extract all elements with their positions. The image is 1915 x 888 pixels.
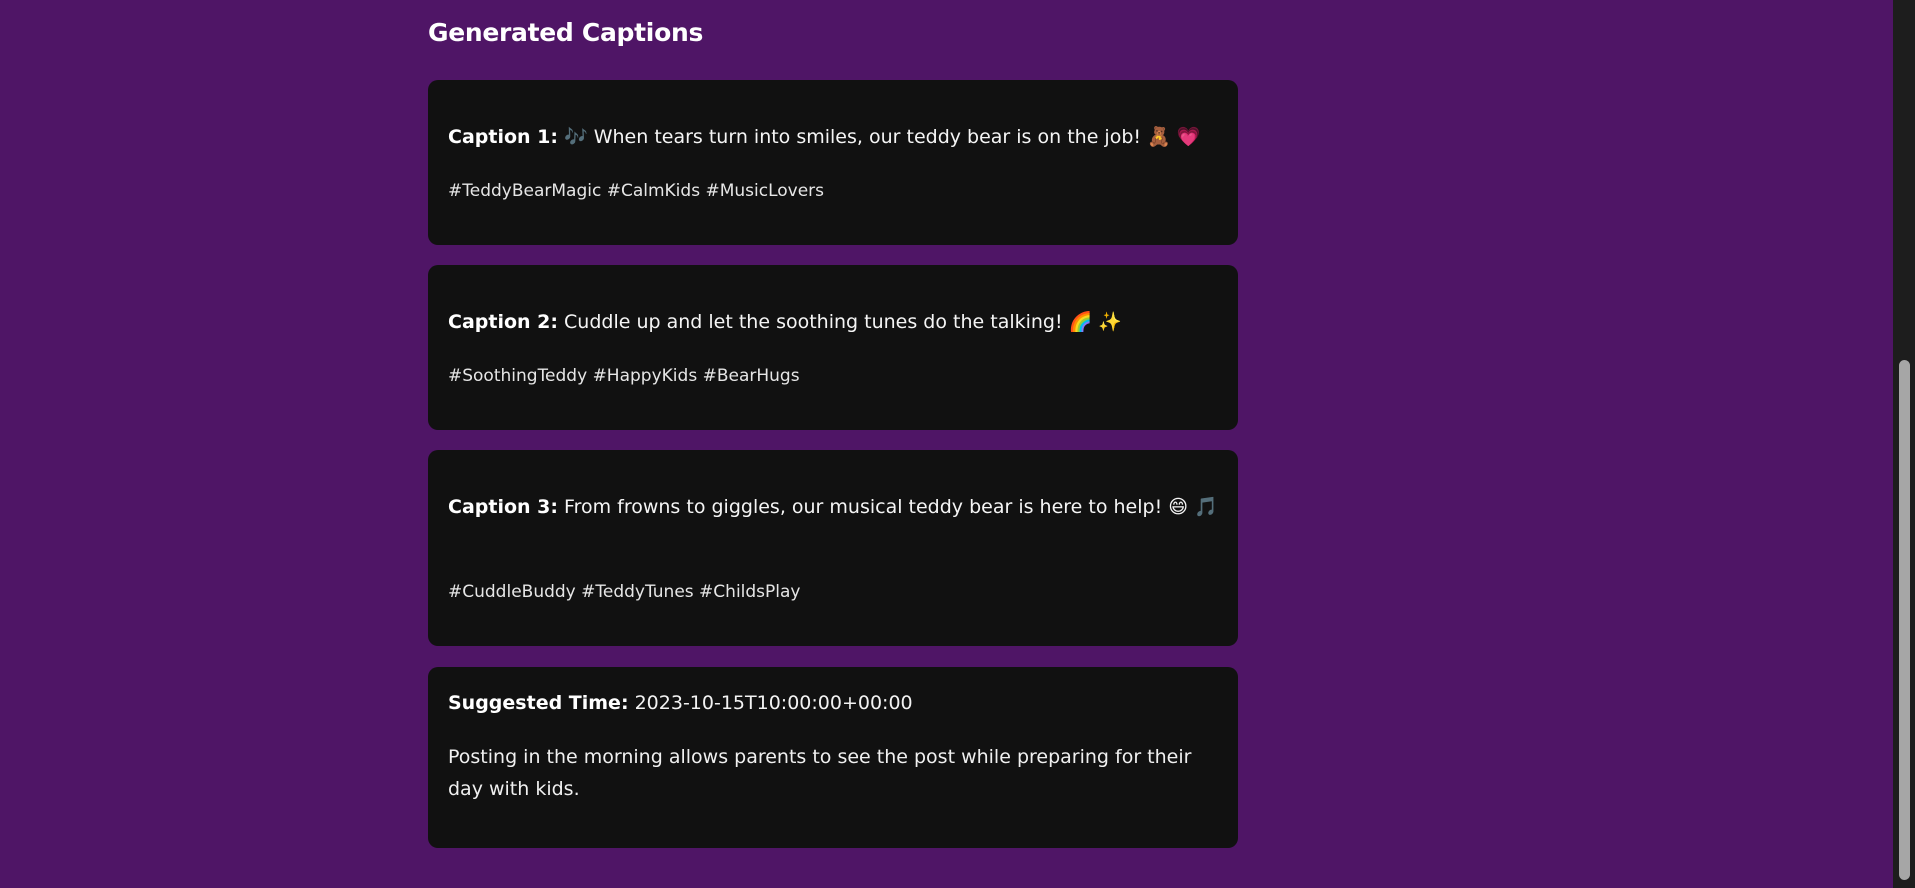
caption-card-3: Caption 3: From frowns to giggles, our m…	[428, 450, 1238, 646]
caption-line-3: Caption 3: From frowns to giggles, our m…	[448, 492, 1218, 523]
caption-hashtags-3: #CuddleBuddy #TeddyTunes #ChildsPlay	[448, 582, 801, 602]
suggested-time-card: Suggested Time: 2023-10-15T10:00:00+00:0…	[428, 667, 1238, 848]
caption-card-1: Caption 1: 🎶 When tears turn into smiles…	[428, 80, 1238, 245]
caption-label-2: Caption 2:	[448, 311, 558, 333]
caption-text-1: 🎶 When tears turn into smiles, our teddy…	[564, 126, 1201, 148]
suggested-time-label: Suggested Time:	[448, 692, 629, 714]
caption-label-3: Caption 3:	[448, 496, 558, 518]
caption-line-2: Caption 2: Cuddle up and let the soothin…	[448, 307, 1218, 338]
caption-card-2: Caption 2: Cuddle up and let the soothin…	[428, 265, 1238, 430]
suggested-time-line: Suggested Time: 2023-10-15T10:00:00+00:0…	[448, 689, 1218, 717]
page: Generated Captions Caption 1: 🎶 When tea…	[0, 0, 1915, 888]
caption-hashtags-2: #SoothingTeddy #HappyKids #BearHugs	[448, 366, 800, 386]
caption-label-1: Caption 1:	[448, 126, 558, 148]
caption-hashtags-1: #TeddyBearMagic #CalmKids #MusicLovers	[448, 181, 825, 201]
caption-text-3: From frowns to giggles, our musical tedd…	[564, 496, 1218, 518]
suggested-time-value: 2023-10-15T10:00:00+00:00	[634, 692, 913, 714]
section-title: Generated Captions	[428, 18, 704, 47]
vertical-scrollbar[interactable]	[1893, 0, 1915, 888]
caption-line-1: Caption 1: 🎶 When tears turn into smiles…	[448, 122, 1218, 153]
scrollbar-thumb[interactable]	[1899, 360, 1910, 880]
suggested-time-reason: Posting in the morning allows parents to…	[448, 746, 1192, 800]
caption-text-2: Cuddle up and let the soothing tunes do …	[564, 311, 1123, 333]
